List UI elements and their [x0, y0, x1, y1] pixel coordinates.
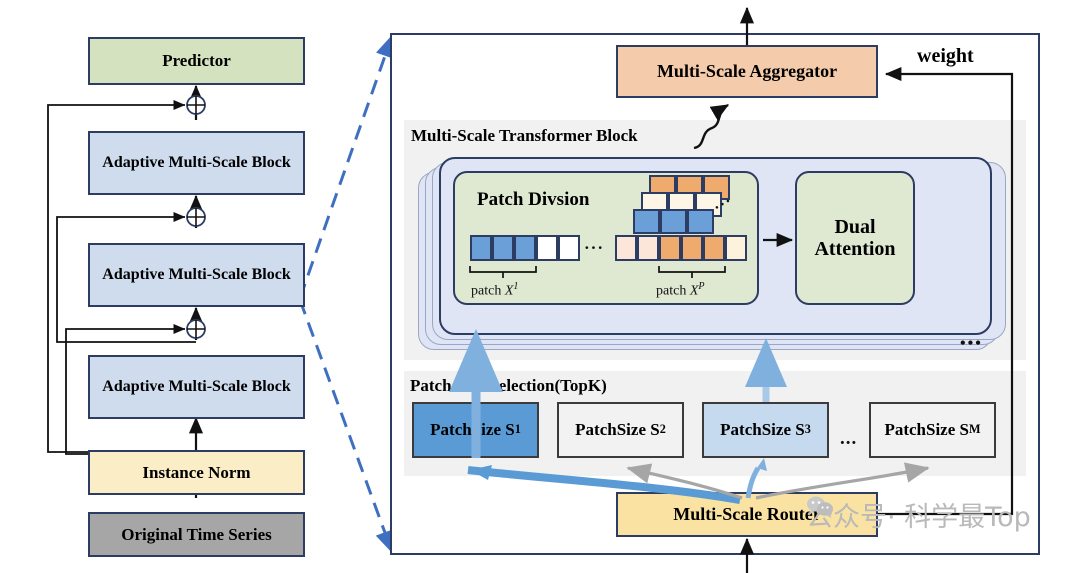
watermark-text: 公众号· 科学最Top	[806, 502, 1031, 533]
watermark: 公众号· 科学最Top	[806, 495, 1031, 534]
right-connectors	[449, 6, 1014, 573]
diagram-canvas: Predictor Adaptive Multi-Scale Block Ada…	[0, 0, 1080, 573]
wechat-icon	[807, 496, 833, 518]
